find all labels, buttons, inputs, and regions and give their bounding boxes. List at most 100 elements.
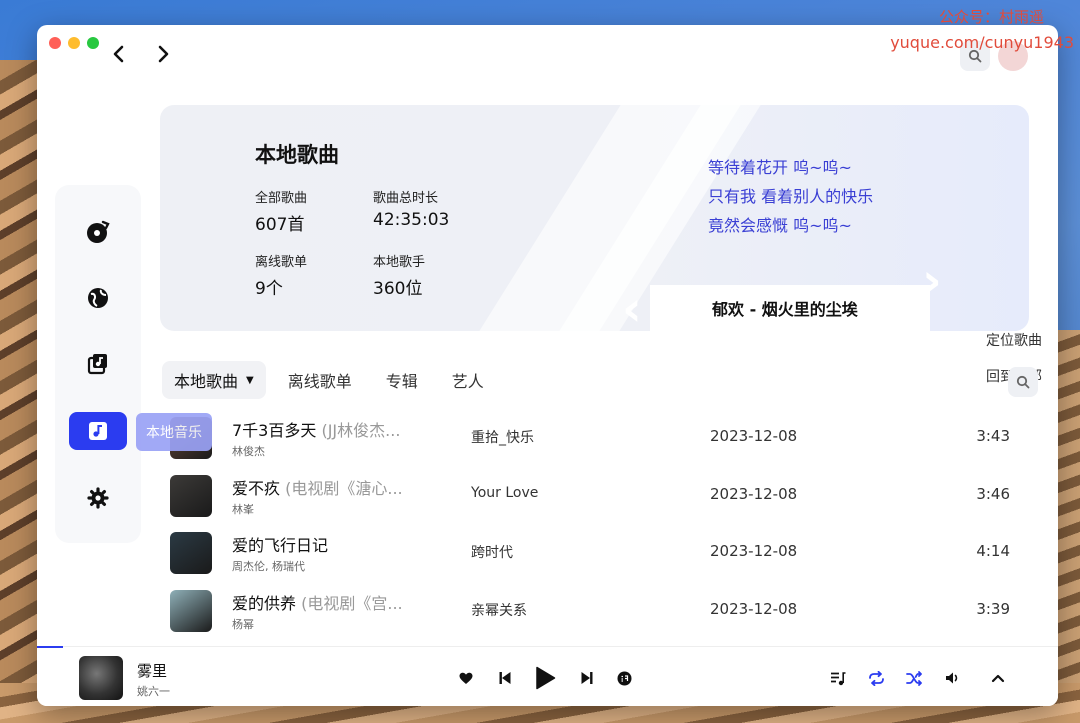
song-artist[interactable]: 杨幂: [232, 616, 254, 632]
tab-artists[interactable]: 艺人: [440, 361, 496, 399]
now-playing-cover[interactable]: [79, 656, 123, 700]
song-row[interactable]: 7千3百多天 (JJ林俊杰... 林俊杰 重拾_快乐 2023-12-08 3:…: [167, 409, 1027, 467]
maximize-window-button[interactable]: [87, 37, 99, 49]
song-row[interactable]: 爱不疚 (电视剧《溏心... 林峯 Your Love 2023-12-08 3…: [167, 467, 1027, 525]
now-playing-title[interactable]: 雾里: [137, 660, 167, 681]
now-playing-song-label[interactable]: 郁欢 - 烟火里的尘埃: [650, 285, 930, 331]
skip-next-icon: [581, 672, 593, 684]
heart-icon: [459, 672, 473, 684]
chevron-right-icon: [158, 45, 169, 63]
music-disc-icon: [87, 220, 110, 243]
list-search-button[interactable]: [1008, 367, 1038, 397]
song-list: 7千3百多天 (JJ林俊杰... 林俊杰 重拾_快乐 2023-12-08 3:…: [167, 409, 1027, 639]
song-row[interactable]: 爱的飞行日记 周杰伦, 杨瑞代 跨时代 2023-12-08 4:14: [167, 524, 1027, 582]
volume-icon: [945, 672, 957, 684]
song-album[interactable]: Your Love: [471, 485, 538, 501]
app-window: 本地音乐 本地歌曲 全部歌曲 607首 歌曲总时长 42:35:03 离线歌单 …: [37, 25, 1058, 706]
minimize-window-button[interactable]: [68, 37, 80, 49]
previous-track-button[interactable]: [495, 665, 515, 691]
shuffle-icon: [905, 670, 922, 686]
song-duration: 3:43: [976, 427, 1010, 445]
stat-value: 42:35:03: [373, 210, 450, 230]
song-artist[interactable]: 林峯: [232, 501, 254, 517]
song-title-text: 爱的供养: [232, 593, 297, 613]
chevron-up-icon: [991, 674, 1005, 683]
song-date: 2023-12-08: [710, 542, 798, 560]
tab-local-songs[interactable]: 本地歌曲 ▼: [162, 361, 266, 399]
caret-down-icon: ▼: [246, 374, 254, 386]
chevron-left-icon: [113, 45, 124, 63]
chevron-right-decoration-icon: ›: [922, 253, 942, 309]
lyric-line: 竟然会感慨 呜~呜~: [708, 216, 852, 235]
now-playing-artist[interactable]: 姚六一: [137, 683, 170, 699]
music-note-icon: [89, 422, 107, 440]
song-date: 2023-12-08: [710, 484, 798, 503]
sidebar-item-local-music[interactable]: [69, 412, 127, 450]
song-album[interactable]: 亲幂关系: [471, 600, 527, 620]
expand-player-button[interactable]: [987, 665, 1009, 691]
song-cover: [170, 532, 212, 574]
stat-value: 9个: [255, 279, 283, 299]
sidebar-item-settings[interactable]: [69, 479, 127, 517]
song-cover: [170, 589, 212, 632]
shuffle-button[interactable]: [903, 665, 925, 691]
back-button[interactable]: [109, 43, 129, 65]
search-icon: [1016, 375, 1030, 389]
close-window-button[interactable]: [49, 37, 61, 49]
song-artist[interactable]: 周杰伦, 杨瑞代: [232, 558, 305, 574]
stat-value: 607首: [255, 215, 305, 235]
sidebar-item-explore[interactable]: [69, 279, 127, 317]
lyric-line: 等待着花开 呜~呜~: [708, 158, 852, 177]
page-title: 本地歌曲: [255, 143, 339, 167]
forward-button[interactable]: [153, 43, 173, 65]
song-subtitle: (电视剧《溏心...: [285, 478, 403, 498]
song-title-text: 爱不疚: [232, 478, 281, 498]
watermark-line1: 公众号：村雨遥: [938, 8, 1044, 26]
queue-icon: [831, 671, 846, 685]
stat-label: 全部歌曲: [255, 191, 308, 206]
watermark: 公众号：村雨遥 yuque.com/cunyu1943: [890, 4, 1074, 56]
sidebar-item-playlists[interactable]: [69, 345, 127, 383]
song-title-text: 爱的飞行日记: [232, 536, 329, 555]
song-duration: 4:14: [976, 542, 1010, 560]
sidebar-tooltip: 本地音乐: [136, 413, 212, 451]
song-artist[interactable]: 林俊杰: [232, 443, 265, 459]
lyrics-button[interactable]: [614, 665, 634, 691]
stat-label: 本地歌手: [373, 255, 426, 270]
song-title: 爱的供养 (电视剧《宫...: [232, 590, 403, 614]
lyrics-panel: 等待着花开 呜~呜~ 只有我 看着别人的快乐 竟然会感慨 呜~呜~: [708, 153, 873, 240]
stat-label: 离线歌单: [255, 255, 308, 270]
playlist-icon: [87, 354, 107, 375]
song-album[interactable]: 重拾_快乐: [471, 427, 534, 447]
song-date: 2023-12-08: [710, 427, 798, 445]
tab-offline-playlists[interactable]: 离线歌单: [276, 361, 364, 399]
stat-value: 360位: [373, 279, 423, 299]
library-tabs: 本地歌曲 ▼ 离线歌单 专辑 艺人: [162, 361, 506, 399]
repeat-button[interactable]: [865, 665, 887, 691]
stat-label: 歌曲总时长: [373, 191, 439, 206]
playback-progress-bar[interactable]: [37, 646, 63, 648]
song-album[interactable]: 跨时代: [471, 542, 513, 562]
next-track-button[interactable]: [577, 665, 597, 691]
play-icon: [536, 666, 556, 690]
play-button[interactable]: [531, 665, 559, 691]
song-cover: [170, 474, 212, 517]
playlist-queue-button[interactable]: [827, 665, 849, 691]
chevron-left-decoration-icon: ‹: [622, 281, 642, 331]
sidebar-item-discover[interactable]: [69, 213, 127, 251]
song-title: 爱的飞行日记: [232, 532, 328, 556]
stat-total-songs: 全部歌曲 607首: [255, 187, 307, 235]
watermark-line2: yuque.com/cunyu1943: [890, 33, 1074, 52]
song-row[interactable]: 爱的供养 (电视剧《宫... 杨幂 亲幂关系 2023-12-08 3:39: [167, 582, 1027, 640]
sidebar: [55, 185, 141, 543]
volume-button[interactable]: [941, 665, 963, 691]
player-bar: 雾里 姚六一: [37, 646, 1058, 706]
lyric-line: 只有我 看着别人的快乐: [708, 187, 874, 206]
tab-albums[interactable]: 专辑: [374, 361, 430, 399]
song-title: 爱不疚 (电视剧《溏心...: [232, 475, 403, 499]
stat-local-artists: 本地歌手 360位: [373, 251, 425, 299]
skip-previous-icon: [499, 672, 511, 684]
like-button[interactable]: [456, 665, 476, 691]
locate-song-button[interactable]: 定位歌曲: [922, 330, 1042, 350]
song-duration: 3:39: [976, 599, 1010, 618]
